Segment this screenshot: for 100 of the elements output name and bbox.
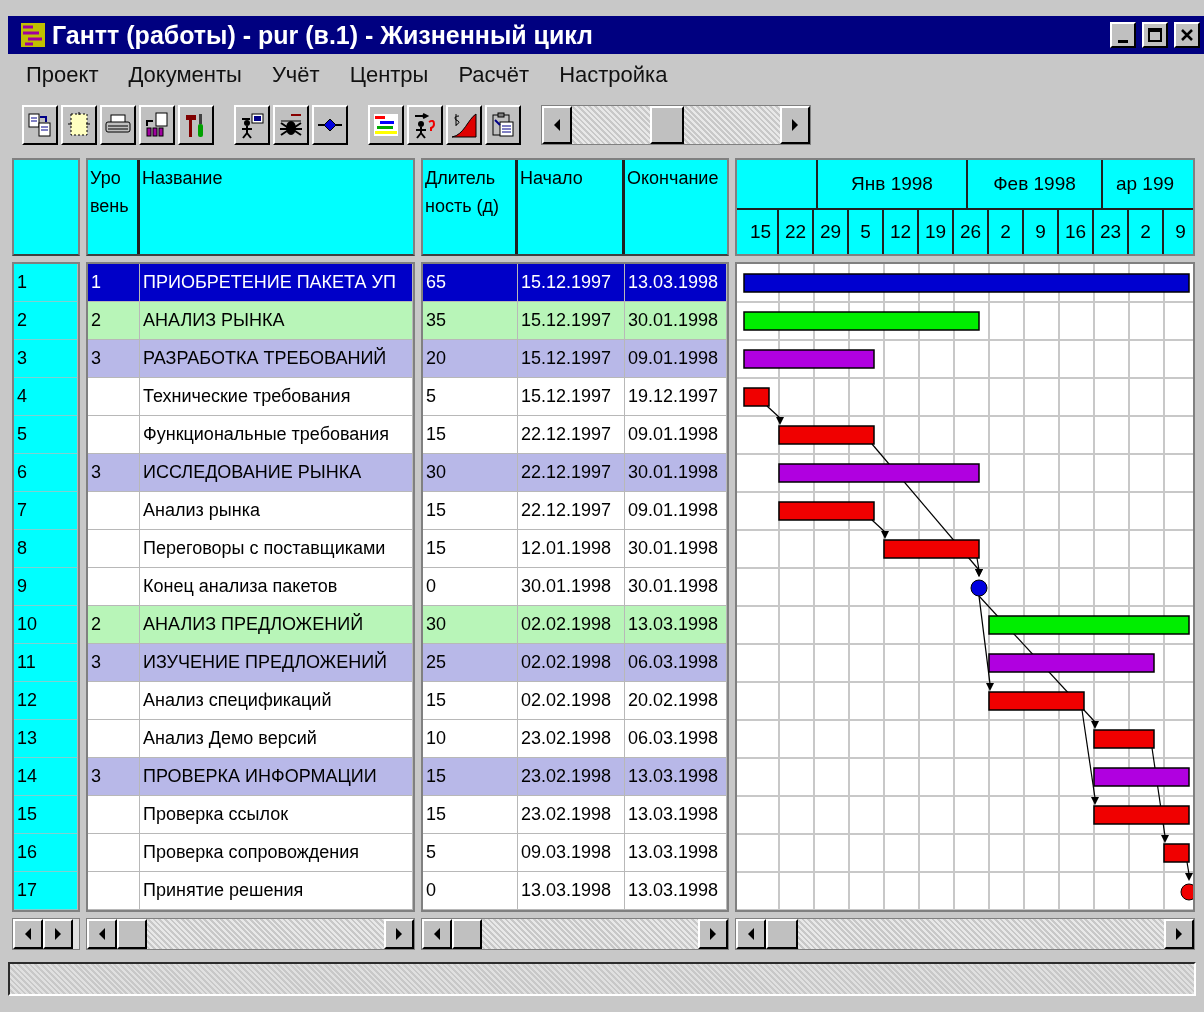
start-date-cell: 12.01.1998: [518, 530, 625, 568]
end-date-cell: 13.03.1998: [625, 264, 727, 302]
toolbar-button[interactable]: [178, 105, 214, 145]
row-number: 9: [14, 568, 78, 606]
page-icon: [65, 111, 93, 139]
toolbar-button[interactable]: [312, 105, 348, 145]
scroll-thumb[interactable]: [650, 106, 684, 144]
duration-cell: 15: [423, 492, 518, 530]
scroll-right-button[interactable]: [780, 106, 810, 144]
scroll-left-button[interactable]: [736, 919, 766, 949]
maximize-button[interactable]: [1142, 22, 1168, 48]
maximize-icon: [1148, 28, 1162, 42]
level-cell: 3: [88, 340, 140, 378]
duration-cell: 30: [423, 606, 518, 644]
column-header-text: Начало: [520, 167, 583, 190]
duration-cell: 25: [423, 644, 518, 682]
end-date-cell: 06.03.1998: [625, 644, 727, 682]
row-number: 12: [14, 682, 78, 720]
level-cell: 3: [88, 454, 140, 492]
window-title: Гантт (работы) - pur (в.1) - Жизненный цикл: [52, 20, 594, 50]
row-number: 11: [14, 644, 78, 682]
level-cell: 2: [88, 606, 140, 644]
name-cell: Проверка сопровождения: [140, 834, 413, 872]
row-number: 14: [14, 758, 78, 796]
toolbar-button[interactable]: [22, 105, 58, 145]
toolbar-button[interactable]: [273, 105, 309, 145]
scroll-left-button[interactable]: [87, 919, 117, 949]
week-label: 9: [1035, 221, 1046, 243]
start-date-cell: 22.12.1997: [518, 416, 625, 454]
close-button[interactable]: [1174, 22, 1200, 48]
toolbar-button[interactable]: [485, 105, 521, 145]
week-label: 23: [1099, 221, 1122, 243]
row-number: 16: [14, 834, 78, 872]
level-cell: 3: [88, 758, 140, 796]
scroll-right-button[interactable]: [384, 919, 414, 949]
row-number: 6: [14, 454, 78, 492]
menu-item[interactable]: Учёт: [271, 62, 320, 88]
scroll-thumb[interactable]: [117, 919, 147, 949]
row-number: 17: [14, 872, 78, 910]
level-cell: 1: [88, 264, 140, 302]
dependency-arrow: [766, 405, 784, 425]
menu-item[interactable]: Настройка: [559, 62, 668, 88]
column-header-text: Уро: [90, 167, 121, 190]
menu-item[interactable]: Расчёт: [458, 62, 530, 88]
name-cell: Анализ рынка: [140, 492, 413, 530]
end-date-cell: 13.03.1998: [625, 872, 727, 910]
scroll-left-button[interactable]: [13, 919, 43, 949]
name-cell: ПРИОБРЕТЕНИЕ ПАКЕТА УП: [140, 264, 413, 302]
right-arrow-icon: [54, 928, 62, 940]
scroll-left-button[interactable]: [422, 919, 452, 949]
minimize-icon: [1118, 39, 1128, 43]
row-number: 15: [14, 796, 78, 834]
toolbar-button[interactable]: [61, 105, 97, 145]
week-label: 22: [784, 221, 807, 243]
name-cell: Анализ Демо версий: [140, 720, 413, 758]
end-date-cell: 30.01.1998: [625, 302, 727, 340]
duration-cell: 15: [423, 758, 518, 796]
toolbar-button[interactable]: [446, 105, 482, 145]
row-number: 1: [14, 264, 78, 302]
toolbar-button[interactable]: [139, 105, 175, 145]
week-label: 2: [1000, 221, 1011, 243]
row-number: 8: [14, 530, 78, 568]
horizontal-scrollbar[interactable]: [541, 105, 811, 145]
menu-item[interactable]: Проект: [26, 62, 99, 88]
horizontal-scrollbar[interactable]: [12, 918, 80, 950]
menu-item[interactable]: Центры: [349, 62, 429, 88]
left-arrow-icon: [98, 928, 106, 940]
start-date-cell: 15.12.1997: [518, 340, 625, 378]
column-header-text: Окончание: [627, 167, 719, 190]
scroll-thumb[interactable]: [766, 919, 798, 949]
minimize-button[interactable]: [1110, 22, 1136, 48]
end-date-cell: 30.01.1998: [625, 530, 727, 568]
week-label: 2: [1140, 221, 1151, 243]
toolbar-button[interactable]: [234, 105, 270, 145]
right-arrow-icon: [791, 119, 799, 131]
horizontal-scrollbar[interactable]: [735, 918, 1195, 950]
scroll-right-button[interactable]: [1164, 919, 1194, 949]
toolbar-button[interactable]: [368, 105, 404, 145]
row-number: 4: [14, 378, 78, 416]
start-date-cell: 30.01.1998: [518, 568, 625, 606]
duration-cell: 0: [423, 872, 518, 910]
scroll-right-button[interactable]: [43, 919, 73, 949]
duration-cell: 35: [423, 302, 518, 340]
row-number: 13: [14, 720, 78, 758]
end-date-cell: 19.12.1997: [625, 378, 727, 416]
end-date-cell: 09.01.1998: [625, 340, 727, 378]
scroll-right-button[interactable]: [698, 919, 728, 949]
start-date-cell: 15.12.1997: [518, 302, 625, 340]
menu-item[interactable]: Документы: [128, 62, 242, 88]
scroll-left-button[interactable]: [542, 106, 572, 144]
scroll-thumb[interactable]: [452, 919, 482, 949]
start-date-cell: 22.12.1997: [518, 492, 625, 530]
horizontal-scrollbar[interactable]: [86, 918, 415, 950]
week-label: 9: [1175, 221, 1186, 243]
toolbar-button[interactable]: [100, 105, 136, 145]
toolbar-button[interactable]: [407, 105, 443, 145]
row-number: 5: [14, 416, 78, 454]
horizontal-scrollbar[interactable]: [421, 918, 729, 950]
start-date-cell: 09.03.1998: [518, 834, 625, 872]
name-cell: ПРОВЕРКА ИНФОРМАЦИИ: [140, 758, 413, 796]
